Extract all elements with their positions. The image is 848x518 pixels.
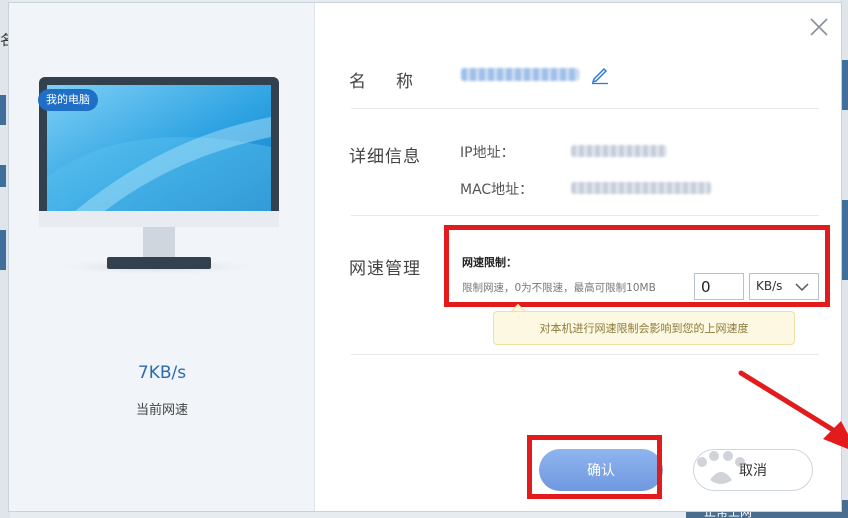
edit-icon[interactable]	[589, 63, 611, 85]
speed-limit-notice: 对本机进行网速限制会影响到您的上网速度	[493, 311, 795, 345]
divider	[351, 354, 819, 355]
device-details-dialog: 我的电脑 7KB/s 当前网速 名称 详细信息 IP地址： MAC地址： 网速管…	[8, 2, 848, 512]
device-settings-panel: 名称 详细信息 IP地址： MAC地址： 网速管理 网速限制： 限制网速，0为不…	[315, 3, 848, 511]
close-icon[interactable]	[807, 15, 831, 39]
device-summary-panel: 我的电脑 7KB/s 当前网速	[9, 3, 315, 511]
ip-address-redacted	[571, 145, 667, 157]
mac-address-label: MAC地址：	[460, 182, 534, 198]
background-strip	[0, 230, 6, 270]
speed-management-label: 网速管理	[349, 259, 421, 279]
annotation-highlight-box	[444, 225, 830, 307]
ip-address-label: IP地址：	[460, 145, 515, 161]
name-label: 名称	[349, 72, 443, 92]
current-speed-label: 当前网速	[135, 403, 188, 418]
background-strip	[0, 165, 6, 187]
current-speed-value: 7KB/s	[137, 363, 187, 383]
baidu-jingyan-watermark-logo	[697, 451, 745, 484]
divider	[351, 108, 819, 109]
my-computer-badge: 我的电脑	[38, 89, 98, 111]
details-label: 详细信息	[349, 147, 421, 167]
device-name-redacted	[461, 68, 579, 81]
background-strip	[842, 200, 848, 280]
divider	[351, 215, 819, 216]
background-strip	[842, 60, 848, 110]
mac-address-redacted	[571, 182, 711, 194]
background-strip	[0, 95, 6, 125]
